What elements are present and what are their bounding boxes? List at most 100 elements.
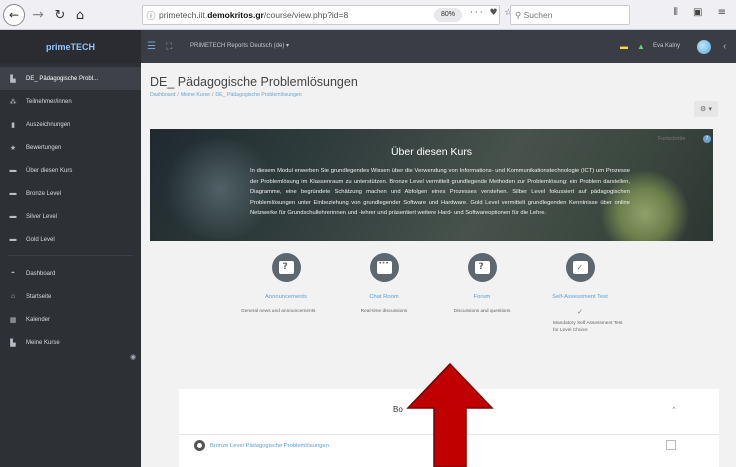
activity-self-assessment[interactable]: Self-Assessment Test ✓ Mandatory Self As…	[535, 253, 625, 334]
folder-icon: ▬	[9, 190, 17, 197]
sidebar-item-label: Gold Level	[26, 236, 55, 243]
graduation-cap-icon: ▙	[10, 75, 16, 83]
search-input[interactable]: ⚲ Suchen	[510, 5, 630, 25]
breadcrumb-my-courses[interactable]: Meine Kurse	[181, 92, 210, 98]
activity-desc: General news and announcements	[241, 309, 316, 314]
chat-icon	[369, 253, 399, 282]
search-placeholder: Suchen	[523, 10, 553, 20]
sidebar-item-home[interactable]: ⌂ Startseite	[0, 285, 141, 308]
breadcrumb-dashboard[interactable]: Dashboard	[150, 92, 175, 98]
sidebar-item-silver[interactable]: ▬ Silver Level	[0, 205, 141, 228]
activity-title[interactable]: Announcements	[241, 294, 331, 300]
url-text: primetech.iit.demokritos.gr/course/view.…	[159, 10, 348, 20]
notification-icon[interactable]: ▲	[637, 30, 645, 63]
home-icon: ⌂	[10, 293, 16, 300]
sidebar-item-participants[interactable]: ⁂ Teilnehmer/innen	[0, 90, 141, 113]
graduation-cap-icon: ▙	[10, 339, 16, 347]
url-domain: demokritos.gr	[207, 10, 264, 20]
reload-icon: ↻	[54, 7, 66, 23]
search-icon: ⚲	[515, 10, 522, 20]
calendar-icon: ▦	[9, 316, 17, 324]
badge-icon: ▮	[11, 121, 15, 129]
home-icon: ⌂	[75, 7, 85, 23]
url-prefix: primetech.iit.	[159, 10, 208, 20]
gear-icon: ⚙ ▾	[699, 105, 712, 113]
sidebar-item-label: Über diesen Kurs	[26, 167, 73, 174]
sidebar-item-label: Silver Level	[26, 213, 58, 220]
language-menu[interactable]: Deutsch (de) ▾	[250, 30, 289, 63]
question-icon	[271, 253, 301, 282]
course-summary-banner: Über diesen Kurs In diesem Modul erwerbe…	[150, 129, 713, 241]
star-icon: ★	[9, 144, 17, 152]
chevron-left-icon[interactable]: ‹	[723, 30, 726, 63]
sidebar-item-label: Teilnehmer/innen	[26, 98, 72, 105]
users-icon: ⁂	[9, 98, 17, 106]
sidebar-item-label: Auszeichnungen	[26, 121, 71, 128]
activity-desc: Real-time discussions	[360, 309, 408, 314]
browser-toolbar: ← → ↻ ⌂ ⓘ primetech.iit.demokritos.gr/co…	[0, 0, 736, 30]
sidebar-item-badges[interactable]: ▮ Auszeichnungen	[0, 113, 141, 136]
reload-button[interactable]: ↻	[52, 4, 68, 26]
sidebar-item-calendar[interactable]: ▦ Kalender	[0, 308, 141, 331]
site-brand[interactable]: primeTECH	[0, 30, 141, 63]
message-icon[interactable]: ▬	[620, 30, 628, 63]
breadcrumb-course[interactable]: DE_ Pädagogische Problemlösungen	[215, 92, 301, 98]
folder-icon: ▬	[9, 167, 17, 174]
section-item-label: Bronze Level Pädagogische Problemlösunge…	[210, 442, 329, 449]
page-actions-icon[interactable]: ··· ♥ ☆	[470, 8, 514, 18]
banner-text: In diesem Modul erwerben Sie grundlegend…	[250, 168, 630, 216]
sidebar-item-label: Kalender	[26, 316, 51, 323]
activity-forum[interactable]: Forum Discussions and questions	[437, 253, 527, 315]
sidebar-item-label: Dashboard	[26, 270, 56, 277]
progress-label: Fortschritte	[658, 136, 686, 142]
zoom-indicator[interactable]: 80%	[434, 8, 462, 22]
sidebar-item-bronze[interactable]: ▬ Bronze Level	[0, 182, 141, 205]
section-item-link[interactable]: Bronze Level Pädagogische Problemlösunge…	[194, 440, 329, 451]
menu-toggle-icon[interactable]: ☰	[147, 30, 156, 63]
collapse-icon[interactable]: ◉	[130, 353, 136, 361]
page-title: DE_ Pädagogische Problemlösungen	[150, 75, 358, 89]
sidebar-item-label: DE_ Pädagogische Probl...	[26, 75, 99, 82]
info-icon[interactable]: ⓘ	[143, 9, 159, 22]
settings-button[interactable]: ⚙ ▾	[694, 101, 718, 117]
sidebar-item-label: Bewertungen	[26, 144, 62, 151]
site-name-link[interactable]: PRIMETECH Reports	[190, 30, 248, 63]
sidebar-item-about[interactable]: ▬ Über diesen Kurs	[0, 159, 141, 182]
activity-title[interactable]: Self-Assessment Test	[535, 294, 625, 300]
sidebar-item-course[interactable]: ▙ DE_ Pädagogische Probl...	[0, 67, 141, 90]
activity-chat-room[interactable]: Chat Room Real-time discussions	[339, 253, 429, 315]
checkmark-icon: ✓	[577, 308, 583, 316]
activity-announcements[interactable]: Announcements General news and announcem…	[241, 253, 331, 315]
annotation-arrow-icon	[406, 362, 494, 467]
site-navbar: primeTECH ☰ ⛶ PRIMETECH Reports Deutsch …	[0, 30, 736, 63]
help-icon[interactable]: ?	[703, 135, 711, 143]
activity-grid: Announcements General news and announcem…	[241, 253, 641, 353]
sidebar-item-label: Startseite	[26, 293, 52, 300]
library-icon[interactable]: ⫴ ▣ ≡	[674, 7, 732, 18]
activity-desc: Discussions and questions	[453, 309, 511, 314]
lesson-icon	[194, 440, 205, 451]
breadcrumb: Dashboard / Meine Kurse / DE_ Pädagogische P…	[150, 92, 302, 98]
sidebar-item-my-courses[interactable]: ▙ Meine Kurse	[0, 331, 141, 354]
sidebar-item-gold[interactable]: ▬ Gold Level	[0, 228, 141, 251]
forward-button[interactable]: →	[30, 4, 46, 26]
url-path: /course/view.php?id=8	[263, 10, 349, 20]
banner-title: Über diesen Kurs	[390, 146, 473, 158]
completion-checkbox[interactable]	[666, 440, 676, 450]
user-name[interactable]: Eva Kalny	[653, 30, 680, 63]
activity-desc: Mandatory Self Assessment Test for Level…	[553, 321, 623, 333]
arrow-right-icon: →	[32, 7, 44, 23]
folder-icon: ▬	[9, 213, 17, 220]
chevron-up-icon[interactable]: ⌃	[671, 406, 677, 414]
sidebar-item-grades[interactable]: ★ Bewertungen	[0, 136, 141, 159]
activity-title[interactable]: Forum	[437, 294, 527, 300]
sidebar: ▙ DE_ Pädagogische Probl... ⁂ Teilnehmer/i…	[0, 63, 141, 467]
avatar[interactable]	[697, 40, 711, 54]
home-button[interactable]: ⌂	[72, 4, 88, 26]
sidebar-item-label: Bronze Level	[26, 190, 62, 197]
fullscreen-icon[interactable]: ⛶	[166, 30, 172, 63]
sidebar-item-dashboard[interactable]: ◓ Dashboard	[0, 262, 141, 285]
folder-icon: ▬	[9, 236, 17, 243]
activity-title[interactable]: Chat Room	[339, 294, 429, 300]
back-button[interactable]: ←	[3, 4, 25, 26]
